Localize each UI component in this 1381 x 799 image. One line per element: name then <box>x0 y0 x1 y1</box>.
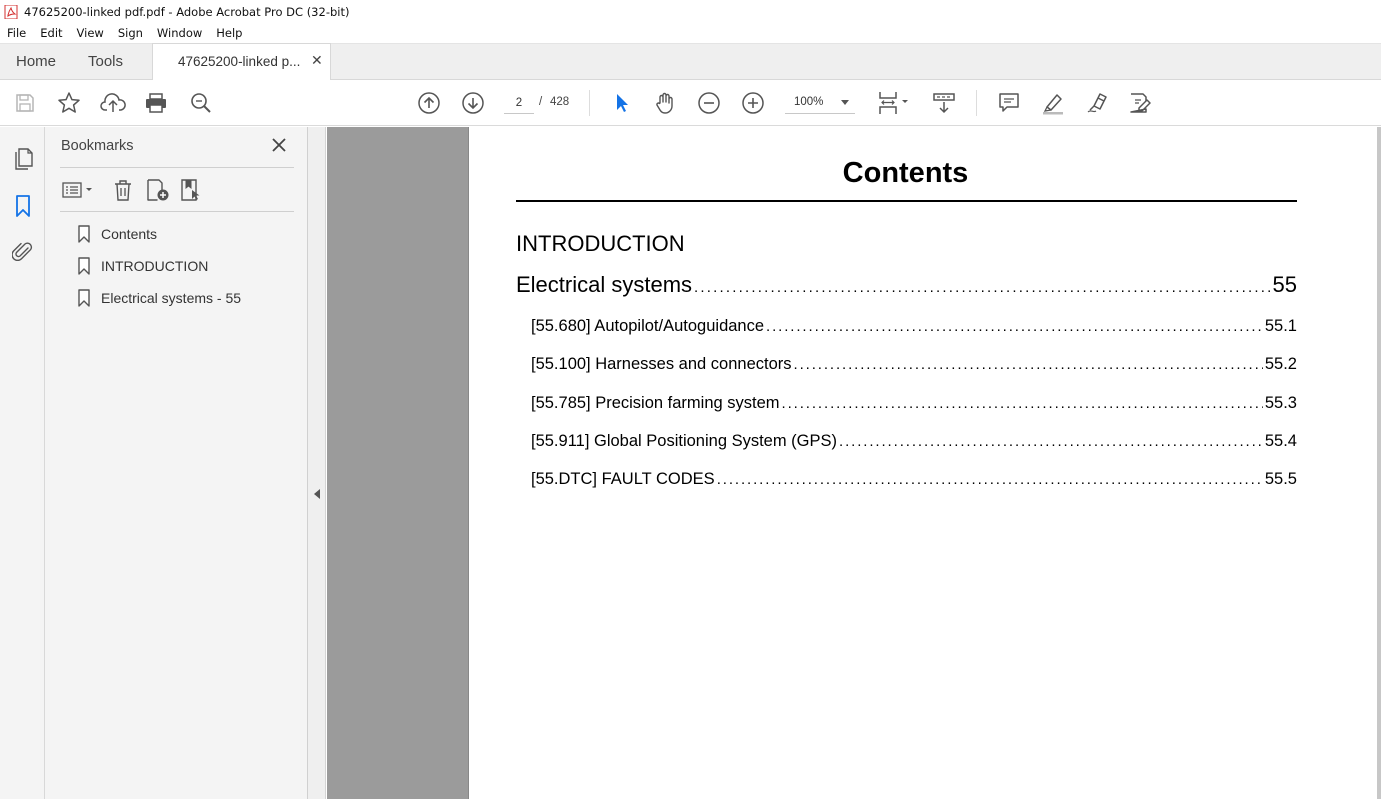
document-tab-label: 47625200-linked p... <box>178 54 301 69</box>
zoom-value: 100% <box>794 96 824 108</box>
tab-document[interactable]: 47625200-linked p... ✕ <box>152 43 331 80</box>
bookmark-star-icon[interactable] <box>56 91 82 115</box>
bookmark-item-introduction[interactable]: INTRODUCTION <box>77 255 208 277</box>
zoom-dropdown[interactable]: 100% <box>785 92 855 114</box>
menu-bar: File Edit View Sign Window Help <box>0 23 1381 43</box>
toc-page-number: 55.1 <box>1264 317 1297 335</box>
highlight-icon[interactable] <box>1040 91 1066 115</box>
menu-sign[interactable]: Sign <box>111 26 150 40</box>
panel-collapse-handle[interactable] <box>308 127 326 799</box>
bookmark-label: INTRODUCTION <box>101 258 209 274</box>
bookmark-icon <box>78 289 90 307</box>
bookmark-icon <box>78 225 90 243</box>
toc-sub-entry[interactable]: [55.785] Precision farming system ......… <box>531 394 1297 413</box>
menu-view[interactable]: View <box>70 26 111 40</box>
print-icon[interactable] <box>143 91 169 115</box>
main-toolbar: / 428 100% <box>0 80 1381 126</box>
page-title: Contents <box>842 157 969 189</box>
toc-entry-text: [55.680] Autopilot/Autoguidance <box>531 317 765 335</box>
tab-bar: Home Tools 47625200-linked p... ✕ <box>0 43 1381 80</box>
bookmark-icon <box>78 257 90 275</box>
save-icon[interactable] <box>12 91 38 115</box>
delete-bookmark-icon[interactable] <box>111 177 135 203</box>
bookmark-item-contents[interactable]: Contents <box>77 223 157 245</box>
toc-page-number: 55 <box>1272 272 1297 297</box>
toc-entry-text: [55.911] Global Positioning System (GPS) <box>531 432 838 450</box>
zoom-out-icon[interactable] <box>696 91 722 115</box>
hand-tool-icon[interactable] <box>652 91 678 115</box>
new-bookmark-icon[interactable] <box>145 177 171 203</box>
close-tab-icon[interactable]: ✕ <box>311 53 323 67</box>
toc-leader-dots: ........................................… <box>793 356 1263 373</box>
toc-sub-entry[interactable]: [55.DTC] FAULT CODES ...................… <box>531 470 1297 489</box>
tab-home[interactable]: Home <box>16 44 56 80</box>
toc-main-entry[interactable]: Electrical systems .....................… <box>516 272 1297 298</box>
close-panel-icon[interactable] <box>271 137 287 153</box>
toc-entry-text: [55.785] Precision farming system <box>531 394 780 412</box>
toc-sub-entry[interactable]: [55.100] Harnesses and connectors ......… <box>531 355 1297 374</box>
toc-leader-dots: ........................................… <box>766 318 1263 335</box>
bookmarks-panel-title: Bookmarks <box>61 138 134 154</box>
divider <box>60 211 294 212</box>
page-number-input[interactable] <box>504 92 534 114</box>
tab-tools[interactable]: Tools <box>88 44 123 80</box>
toc-entry-text: [55.DTC] FAULT CODES <box>531 470 715 488</box>
bookmarks-panel: Bookmarks Contents INTRODUCTION Electric… <box>45 127 308 799</box>
divider <box>60 167 294 168</box>
previous-page-icon[interactable] <box>416 91 442 115</box>
bookmark-label: Electrical systems - 55 <box>101 290 242 306</box>
menu-help[interactable]: Help <box>209 26 249 40</box>
vertical-scrollbar[interactable] <box>1377 127 1381 799</box>
navigation-rail <box>0 127 45 799</box>
menu-edit[interactable]: Edit <box>33 26 69 40</box>
title-underline <box>516 200 1297 202</box>
chevron-down-icon <box>841 100 849 105</box>
pdf-page: Contents INTRODUCTION Electrical systems… <box>468 127 1381 799</box>
zoom-in-icon[interactable] <box>740 91 766 115</box>
bookmark-options-menu[interactable] <box>59 177 97 203</box>
zoom-search-icon[interactable] <box>188 91 214 115</box>
toc-introduction-heading: INTRODUCTION <box>516 231 685 256</box>
scroll-mode-icon[interactable] <box>931 91 957 115</box>
comment-icon[interactable] <box>996 91 1022 115</box>
toolbar-divider <box>589 90 590 116</box>
toc-entry-text: [55.100] Harnesses and connectors <box>531 355 792 373</box>
toc-page-number: 55.2 <box>1264 355 1297 373</box>
page-separator: / <box>539 96 543 108</box>
next-page-icon[interactable] <box>460 91 486 115</box>
toc-page-number: 55.3 <box>1264 394 1297 412</box>
toolbar-divider <box>976 90 977 116</box>
toc-sub-entry[interactable]: [55.911] Global Positioning System (GPS)… <box>531 432 1297 451</box>
bookmark-item-electrical-systems[interactable]: Electrical systems - 55 <box>77 287 241 309</box>
toc-leader-dots: ........................................… <box>716 471 1263 488</box>
add-bookmark-from-selection-icon[interactable] <box>179 177 205 203</box>
toc-entry-text: Electrical systems <box>516 272 693 297</box>
window-titlebar: 47625200-linked pdf.pdf - Adobe Acrobat … <box>0 0 1381 23</box>
draw-pen-icon[interactable] <box>1084 91 1110 115</box>
menu-file[interactable]: File <box>0 26 33 40</box>
acrobat-app-icon <box>4 4 18 19</box>
bookmark-label: Contents <box>101 226 158 242</box>
page-thumbnails-icon[interactable] <box>10 145 36 171</box>
upload-cloud-icon[interactable] <box>100 91 126 115</box>
menu-window[interactable]: Window <box>150 26 209 40</box>
page-fit-icon[interactable] <box>875 91 911 115</box>
attachments-paperclip-icon[interactable] <box>10 239 36 265</box>
window-title: 47625200-linked pdf.pdf - Adobe Acrobat … <box>24 4 350 19</box>
edit-pdf-icon[interactable] <box>1127 91 1153 115</box>
toc-page-number: 55.4 <box>1264 432 1297 450</box>
toc-sub-entry[interactable]: [55.680] Autopilot/Autoguidance ........… <box>531 317 1297 336</box>
chevron-left-icon <box>314 489 320 499</box>
toc-page-number: 55.5 <box>1264 470 1297 488</box>
toc-leader-dots: ........................................… <box>694 279 1270 296</box>
bookmarks-panel-icon[interactable] <box>10 193 36 219</box>
toc-leader-dots: ........................................… <box>839 433 1263 450</box>
toc-leader-dots: ........................................… <box>781 395 1263 412</box>
select-pointer-icon[interactable] <box>608 91 634 115</box>
page-count: 428 <box>550 96 570 108</box>
